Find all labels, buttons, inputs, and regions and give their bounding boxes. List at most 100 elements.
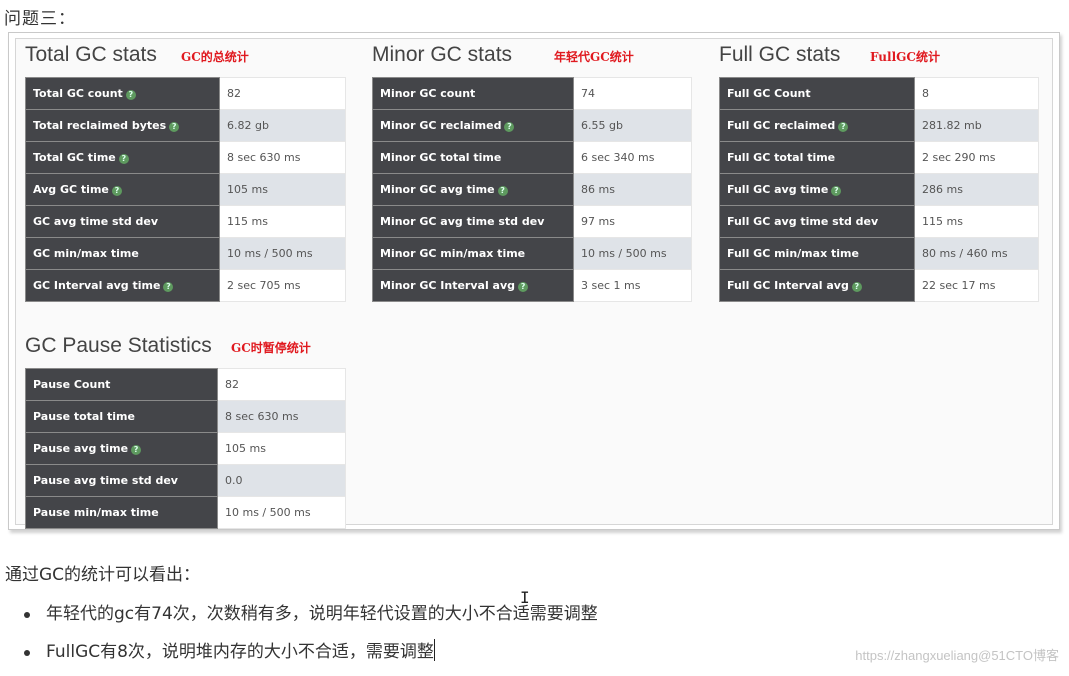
table-row: GC avg time std dev 115 ms <box>25 205 346 238</box>
table-row: Minor GC count 74 <box>372 77 692 110</box>
stat-label: Total GC count <box>33 87 123 100</box>
stat-label-cell: Minor GC count <box>372 77 574 110</box>
stat-label: GC min/max time <box>33 247 139 260</box>
table-row: Full GC Count 8 <box>719 77 1039 110</box>
stat-label: Pause Count <box>33 378 111 391</box>
stat-value: 8 sec 630 ms <box>217 400 346 433</box>
help-icon[interactable]: ? <box>851 282 862 292</box>
help-icon[interactable]: ? <box>118 154 129 164</box>
list-item: 年轻代的gc有74次，次数稍有多，说明年轻代设置的大小不合适需要调整 <box>20 600 598 638</box>
stat-label-cell: Pause Count <box>25 368 218 401</box>
stat-label-cell: Full GC Count <box>719 77 915 110</box>
bullet-text: FullGC有8次，说明堆内存的大小不合适，需要调整 <box>46 642 434 662</box>
bullet-text: 年轻代的gc有74次，次数稍有多，说明年轻代设置的大小不合适需要调整 <box>46 604 598 624</box>
help-icon[interactable]: ? <box>838 122 849 132</box>
table-row: Total GC count? 82 <box>25 77 346 110</box>
total-gc-stats-table: Total GC count? 82 Total reclaimed bytes? 6… <box>25 77 346 302</box>
help-icon[interactable]: ? <box>125 90 136 100</box>
stat-label: GC Interval avg time <box>33 279 161 292</box>
stat-label: Full GC Count <box>727 87 811 100</box>
stat-value: 97 ms <box>573 205 692 238</box>
stat-label: GC avg time std dev <box>33 215 159 228</box>
gc-pause-statistics-table: Pause Count 82 Pause total time 8 sec 630 m… <box>25 368 346 529</box>
stat-value: 0.0 <box>217 464 346 497</box>
stat-label-cell: Full GC avg time? <box>719 173 915 206</box>
table-row: Full GC min/max time 80 ms / 460 ms <box>719 237 1039 270</box>
watermark: https://zhangxueliang@51CTO博客 <box>855 648 1059 663</box>
stat-value: 115 ms <box>914 205 1039 238</box>
section-title: Full GC stats <box>719 43 841 66</box>
table-row: Full GC avg time std dev 115 ms <box>719 205 1039 238</box>
table-row: Full GC avg time? 286 ms <box>719 173 1039 206</box>
stat-label-cell: GC min/max time <box>25 237 220 270</box>
stat-label: Full GC reclaimed <box>727 119 836 132</box>
help-icon[interactable]: ? <box>831 186 842 196</box>
section-annotation: 年轻代GC统计 <box>554 50 634 64</box>
stat-value: 115 ms <box>219 205 346 238</box>
stat-value: 2 sec 705 ms <box>219 269 346 302</box>
table-row: Minor GC total time 6 sec 340 ms <box>372 141 692 174</box>
section-annotation: GC时暂停统计 <box>231 341 311 355</box>
stat-value: 8 <box>914 77 1039 110</box>
stat-label: Minor GC reclaimed <box>380 119 502 132</box>
table-row: Minor GC min/max time 10 ms / 500 ms <box>372 237 692 270</box>
section-title: GC Pause Statistics <box>25 334 212 357</box>
table-row: Pause min/max time 10 ms / 500 ms <box>25 496 346 529</box>
stat-label: Full GC avg time <box>727 183 829 196</box>
stat-label-cell: Minor GC avg time std dev <box>372 205 574 238</box>
question-heading: 问题三： <box>4 9 76 29</box>
stat-value: 22 sec 17 ms <box>914 269 1039 302</box>
list-item: FullGC有8次，说明堆内存的大小不合适，需要调整 <box>20 638 598 676</box>
stat-label-cell: Total GC count? <box>25 77 220 110</box>
stat-value: 6 sec 340 ms <box>573 141 692 174</box>
conclusion-list: 年轻代的gc有74次，次数稍有多，说明年轻代设置的大小不合适需要调整 FullG… <box>20 600 598 676</box>
stat-label-cell: Pause avg time? <box>25 432 218 465</box>
gc-stats-screenshot-frame: Total GC stats GC的总统计 Total GC count? 82 T… <box>8 32 1060 530</box>
stat-label-cell: Pause total time <box>25 400 218 433</box>
stat-label: Pause avg time std dev <box>33 474 178 487</box>
section-title: Minor GC stats <box>372 43 513 66</box>
table-row: Pause avg time? 105 ms <box>25 432 346 465</box>
summary-text: 通过GC的统计可以看出： <box>5 565 201 585</box>
section-annotation: GC的总统计 <box>181 50 249 64</box>
stat-label-cell: GC avg time std dev <box>25 205 220 238</box>
stat-value: 2 sec 290 ms <box>914 141 1039 174</box>
stat-label: Total GC time <box>33 151 116 164</box>
stat-value: 8 sec 630 ms <box>219 141 346 174</box>
stat-value: 10 ms / 500 ms <box>219 237 346 270</box>
stat-label-cell: Full GC total time <box>719 141 915 174</box>
stat-label-cell: Full GC avg time std dev <box>719 205 915 238</box>
stat-label-cell: Pause avg time std dev <box>25 464 218 497</box>
help-icon[interactable]: ? <box>518 282 529 292</box>
table-row: GC Interval avg time? 2 sec 705 ms <box>25 269 346 302</box>
help-icon[interactable]: ? <box>504 122 515 132</box>
stat-label-cell: Minor GC avg time? <box>372 173 574 206</box>
stat-label-cell: Total reclaimed bytes? <box>25 109 220 142</box>
stat-label-cell: Total GC time? <box>25 141 220 174</box>
stat-label: Pause total time <box>33 410 135 423</box>
stat-label-cell: Minor GC Interval avg? <box>372 269 574 302</box>
stat-label-cell: Minor GC reclaimed? <box>372 109 574 142</box>
stat-label: Minor GC min/max time <box>380 247 526 260</box>
stat-value: 6.55 gb <box>573 109 692 142</box>
stat-value: 82 <box>217 368 346 401</box>
stat-value: 10 ms / 500 ms <box>573 237 692 270</box>
table-row: Pause total time 8 sec 630 ms <box>25 400 346 433</box>
table-row: Minor GC reclaimed? 6.55 gb <box>372 109 692 142</box>
stat-label: Pause avg time <box>33 442 129 455</box>
table-row: Full GC Interval avg? 22 sec 17 ms <box>719 269 1039 302</box>
stat-label: Full GC avg time std dev <box>727 215 879 228</box>
stat-value: 3 sec 1 ms <box>573 269 692 302</box>
gc-stats-panel: Total GC stats GC的总统计 Total GC count? 82 T… <box>15 38 1053 529</box>
table-row: Pause Count 82 <box>25 368 346 401</box>
help-icon[interactable]: ? <box>497 186 508 196</box>
help-icon[interactable]: ? <box>169 122 180 132</box>
stat-label: Full GC min/max time <box>727 247 859 260</box>
help-icon[interactable]: ? <box>163 282 174 292</box>
help-icon[interactable]: ? <box>111 186 122 196</box>
table-row: Avg GC time? 105 ms <box>25 173 346 206</box>
help-icon[interactable]: ? <box>131 445 142 455</box>
table-row: Minor GC Interval avg? 3 sec 1 ms <box>372 269 692 302</box>
stat-label-cell: Full GC Interval avg? <box>719 269 915 302</box>
stat-label-cell: Full GC min/max time <box>719 237 915 270</box>
